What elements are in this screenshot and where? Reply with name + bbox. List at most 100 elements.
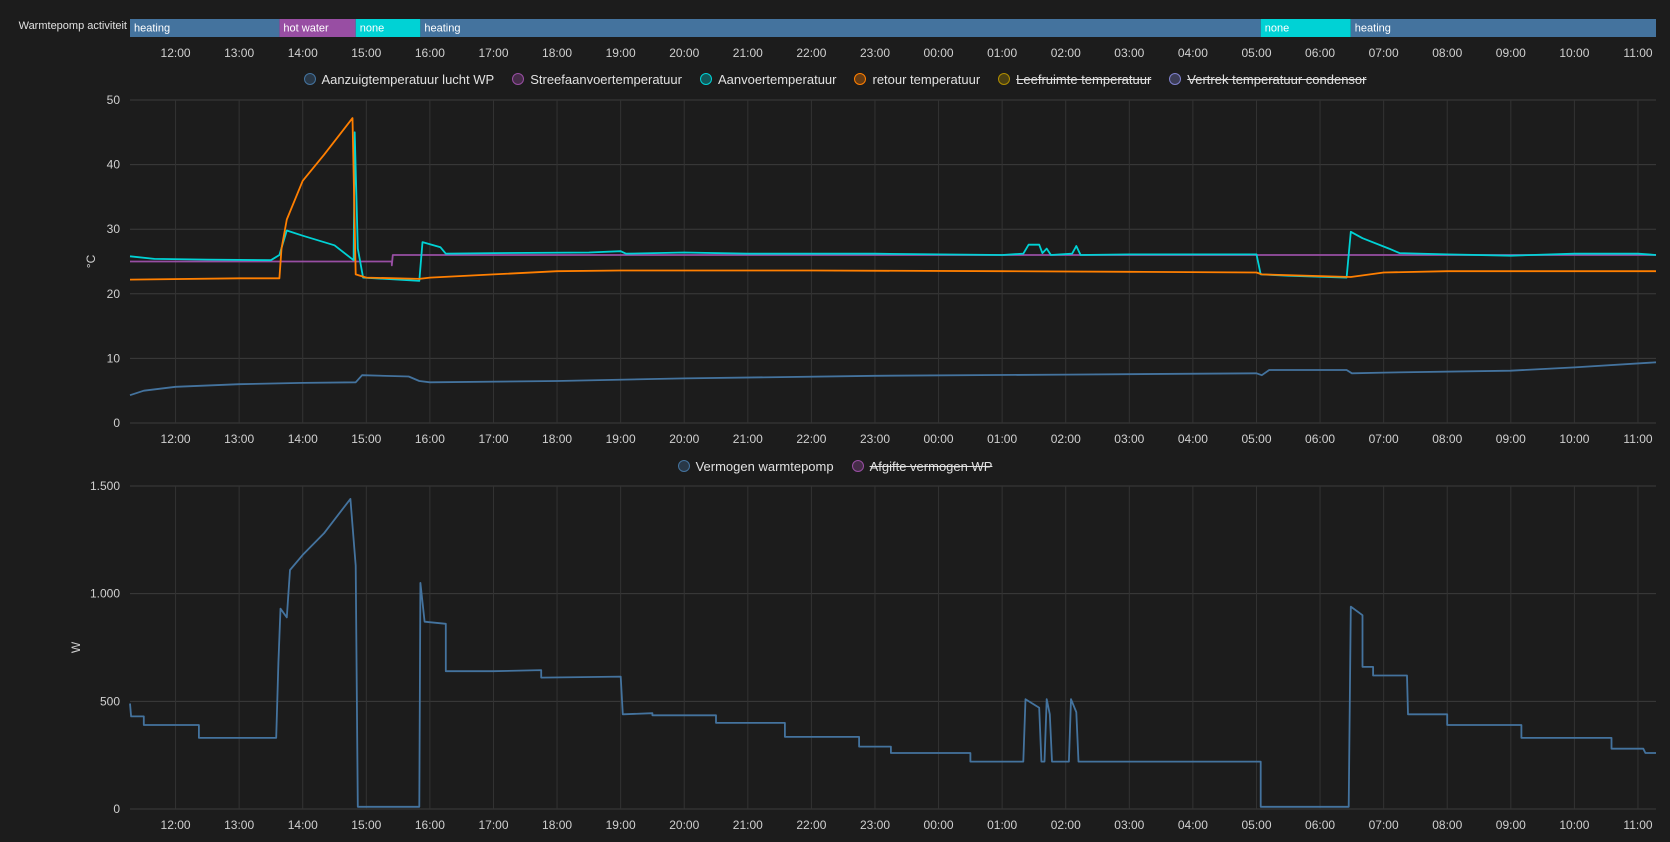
y-tick-label: 0 [113,802,120,816]
legend-item[interactable]: Streefaanvoertemperatuur [512,69,682,89]
time-tick-label: 08:00 [1432,818,1462,832]
time-tick-label: 05:00 [1241,432,1271,446]
y-tick-label: 10 [107,351,121,365]
time-tick-label: 00:00 [924,46,954,60]
time-tick-label: 00:00 [924,432,954,446]
legend-label: Aanvoertemperatuur [717,71,837,87]
time-tick-label: 03:00 [1114,46,1144,60]
legend-label: retour temperatuur [872,71,981,87]
time-tick-label: 10:00 [1559,432,1589,446]
time-tick-label: 22:00 [796,818,826,832]
legend-swatch [998,73,1011,85]
legend-swatch [699,73,712,85]
time-tick-label: 01:00 [987,432,1017,446]
legend-swatch [851,460,864,472]
time-tick-label: 07:00 [1369,432,1399,446]
legend-label: Vermogen warmtepomp [695,458,834,474]
time-tick-label: 12:00 [161,46,191,60]
time-tick-label: 22:00 [796,46,826,60]
time-tick-label: 02:00 [1051,46,1081,60]
time-tick-label: 20:00 [669,432,699,446]
y-axis-label: W [69,641,83,653]
time-tick-label: 13:00 [224,818,254,832]
time-tick-label: 15:00 [351,46,381,60]
timeline-segment-label: hot water [283,23,329,35]
legend-item[interactable]: Vertrek temperatuur condensor [1169,69,1367,89]
time-tick-label: 07:00 [1369,46,1399,60]
time-tick-label: 14:00 [288,46,318,60]
y-axis-label: °C [84,254,98,268]
time-tick-label: 23:00 [860,46,890,60]
time-tick-label: 17:00 [478,818,508,832]
legend-label: Aanzuigtemperatuur lucht WP [321,71,495,87]
time-tick-label: 06:00 [1305,46,1335,60]
y-tick-label: 20 [107,287,121,301]
legend-swatch [1169,73,1182,85]
time-tick-label: 21:00 [733,46,763,60]
timeline-segment [420,19,1261,37]
series-line [129,497,1656,808]
timeline-segment-label: none [1265,23,1289,35]
history-panel: Warmtepomp activiteit heating hot water no… [0,0,1670,842]
time-tick-label: 15:00 [351,432,381,446]
time-tick-label: 14:00 [288,818,318,832]
y-tick-label: 50 [107,93,121,107]
y-tick-label: 30 [107,222,121,236]
time-tick-label: 06:00 [1305,818,1335,832]
time-tick-label: 05:00 [1241,818,1271,832]
legend-swatch [677,460,690,472]
legend-item[interactable]: Aanzuigtemperatuur lucht WP [303,69,495,89]
time-tick-label: 17:00 [478,46,508,60]
series-line [129,361,1657,397]
charts-canvas: heating hot water none heating none heating 12… [69,19,1657,832]
time-tick-label: 13:00 [224,432,254,446]
time-tick-label: 07:00 [1369,818,1399,832]
power-legend: Vermogen warmtepomp Afgifte vermogen WP [0,456,1670,476]
legend-item[interactable]: Leefruimte temperatuur [998,69,1151,89]
temperature-legend: Aanzuigtemperatuur lucht WP Streefaanvoer… [0,69,1670,89]
time-tick-label: 13:00 [224,46,254,60]
time-tick-label: 02:00 [1051,432,1081,446]
time-tick-label: 21:00 [733,432,763,446]
time-tick-label: 09:00 [1496,818,1526,832]
time-tick-label: 21:00 [733,818,763,832]
legend-label: Afgifte vermogen WP [869,458,993,474]
legend-label: Streefaanvoertemperatuur [530,71,682,87]
time-tick-label: 20:00 [669,818,699,832]
time-tick-label: 19:00 [606,46,636,60]
time-tick-label: 08:00 [1432,432,1462,446]
time-tick-label: 11:00 [1623,46,1652,60]
time-tick-label: 01:00 [987,818,1017,832]
time-tick-label: 12:00 [161,432,191,446]
legend-swatch [512,73,525,85]
time-tick-label: 11:00 [1623,818,1652,832]
timeline-segment-label: heating [134,23,170,35]
time-tick-label: 15:00 [351,818,381,832]
legend-item[interactable]: retour temperatuur [854,69,980,89]
time-tick-label: 12:00 [161,818,191,832]
time-tick-label: 01:00 [987,46,1017,60]
timeline-segment-label: none [360,23,384,35]
time-tick-label: 00:00 [924,818,954,832]
timeline-segment-label: heating [1355,23,1391,35]
time-tick-label: 09:00 [1496,432,1526,446]
time-tick-label: 18:00 [542,432,572,446]
time-tick-label: 03:00 [1114,818,1144,832]
time-tick-label: 18:00 [542,818,572,832]
time-tick-label: 04:00 [1178,432,1208,446]
legend-swatch [303,73,316,85]
time-tick-label: 23:00 [860,818,890,832]
y-tick-label: 500 [100,694,120,708]
timeline-segment-label: heating [424,23,460,35]
time-tick-label: 06:00 [1305,432,1335,446]
legend-item[interactable]: Afgifte vermogen WP [851,456,993,476]
time-tick-label: 09:00 [1496,46,1526,60]
legend-item[interactable]: Aanvoertemperatuur [699,69,837,89]
time-tick-label: 16:00 [415,432,445,446]
legend-item[interactable]: Vermogen warmtepomp [677,456,834,476]
time-tick-label: 04:00 [1178,46,1208,60]
legend-swatch [854,73,867,85]
time-tick-label: 03:00 [1114,432,1144,446]
time-tick-label: 10:00 [1559,46,1589,60]
time-tick-label: 17:00 [478,432,508,446]
